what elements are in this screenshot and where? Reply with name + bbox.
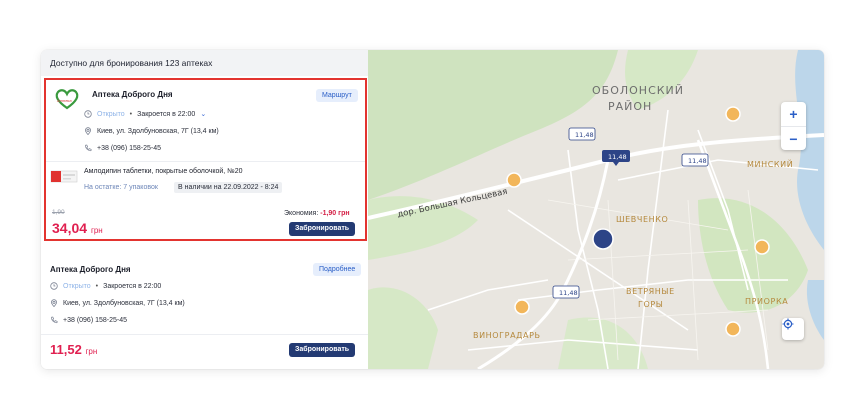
reserve-button[interactable]: Забронировать [289,343,356,357]
reserve-button[interactable]: Забронировать [289,222,356,236]
district-label: ПРИОРКА [745,297,788,306]
clock-icon [84,110,92,118]
economy-row: Экономия: -1,90 грн [284,210,350,217]
pharmacy-marker[interactable] [514,299,530,315]
product-package-image [50,170,78,183]
locate-button[interactable] [782,318,804,340]
hours-row[interactable]: Открыто • Закроется в 22:00 ⌄ [84,110,206,118]
address-text: Киев, ул. Здолбуновская, 7Г (13,4 км) [63,299,185,307]
district-label: РАЙОН [608,100,652,113]
pharmacy-marker[interactable] [754,239,770,255]
divider [46,161,365,162]
river [806,280,824,340]
open-status: Открыто [97,110,125,118]
economy-label: Экономия: [284,210,319,217]
map[interactable]: ОБОЛОНСКИЙ РАЙОН МИНСКИЙ ШЕВЧЕНКО ВЕТРЯН… [368,50,824,369]
district-label: ВЕТРЯНЫЕ [626,287,675,296]
pharmacy-name: Аптека Доброго Дня [92,90,173,99]
pharmacy-card[interactable]: Аптека Доброго Дня Подробнее Открыто • З… [41,246,368,369]
district-label: ВИНОГРАДАРЬ [473,331,541,340]
price-currency: грн [85,347,98,356]
list-header: Доступно для бронирования 123 аптеках [41,50,368,76]
price: 34,04 грн [52,220,103,236]
pharmacy-logo: Аптека [55,89,79,110]
separator-dot: • [95,282,99,290]
pharmacy-card-selected[interactable]: Аптека Аптека Доброго Дня Маршрут Открыт… [44,78,367,241]
forest-area [368,287,438,369]
pin-icon [50,299,58,307]
svg-text:11,48: 11,48 [559,289,578,297]
address-row: Киев, ул. Здолбуновская, 7Г (13,4 км) [50,299,185,307]
pharmacy-name: Аптека Доброго Дня [50,265,131,274]
phone-number: +38 (096) 158-25-45 [97,144,162,152]
phone-row[interactable]: +38 (096) 158-25-45 [50,316,127,324]
svg-text:11,48: 11,48 [688,157,707,165]
availability-badge: В наличии на 22.09.2022 - 8:24 [174,182,283,193]
old-price: 1,90 [52,209,65,216]
divider [41,334,368,335]
locate-icon [782,318,794,330]
address-text: Киев, ул. Здолбуновская, 7Г (13,4 км) [97,127,219,135]
district-label: ОБОЛОНСКИЙ [592,84,684,97]
phone-row[interactable]: +38 (096) 158-25-45 [84,144,161,152]
hours-row: Открыто • Закроется в 22:00 [50,282,161,290]
svg-text:11,48: 11,48 [608,153,627,161]
district-label: ШЕВЧЕНКО [616,215,668,224]
price-currency: грн [90,226,103,235]
price-value: 11,52 [50,342,82,357]
zoom-control: + − [781,102,806,150]
closing-time: Закроется в 22:00 [103,282,162,290]
separator-dot: • [129,110,133,118]
price-tag[interactable]: 11,48 [681,153,709,167]
price-value: 34,04 [52,220,88,236]
district-label: ГОРЫ [638,300,663,309]
svg-text:11,48: 11,48 [575,131,594,139]
phone-icon [85,144,92,152]
pharmacy-list: Доступно для бронирования 123 аптеках Ап… [41,50,368,369]
open-status: Открыто [63,282,91,290]
pharmacy-marker[interactable] [725,321,741,337]
phone-number: +38 (096) 158-25-45 [63,316,128,324]
forest-area [368,50,618,200]
map-canvas[interactable]: ОБОЛОНСКИЙ РАЙОН МИНСКИЙ ШЕВЧЕНКО ВЕТРЯН… [368,50,824,369]
phone-icon [51,316,58,324]
zoom-in-button[interactable]: + [781,102,806,127]
closing-time: Закроется в 22:00 [137,110,196,118]
pharmacy-panel: Доступно для бронирования 123 аптеках Ап… [41,50,824,369]
district-label: МИНСКИЙ [747,158,793,169]
economy-value: -1,90 грн [320,210,350,217]
svg-text:Аптека: Аптека [56,98,72,103]
price: 11,52 грн [50,342,97,357]
route-button[interactable]: Маршрут [316,89,358,102]
price-tag[interactable]: 11,48 [568,127,596,141]
pharmacy-marker[interactable] [725,106,741,122]
product-name: Амлодипин таблетки, покрытые оболочкой, … [84,168,243,175]
stock-count: На остатке: 7 упаковок [84,184,158,191]
pin-icon [84,127,92,135]
pharmacy-marker[interactable] [506,172,522,188]
address-row: Киев, ул. Здолбуновская, 7Г (13,4 км) [84,127,219,135]
zoom-out-button[interactable]: − [781,127,806,151]
price-tag[interactable]: 11,48 [552,285,580,299]
selected-pharmacy-marker[interactable] [592,228,614,250]
chevron-down-icon[interactable]: ⌄ [200,110,206,118]
clock-icon [50,282,58,290]
details-button[interactable]: Подробнее [313,263,362,276]
